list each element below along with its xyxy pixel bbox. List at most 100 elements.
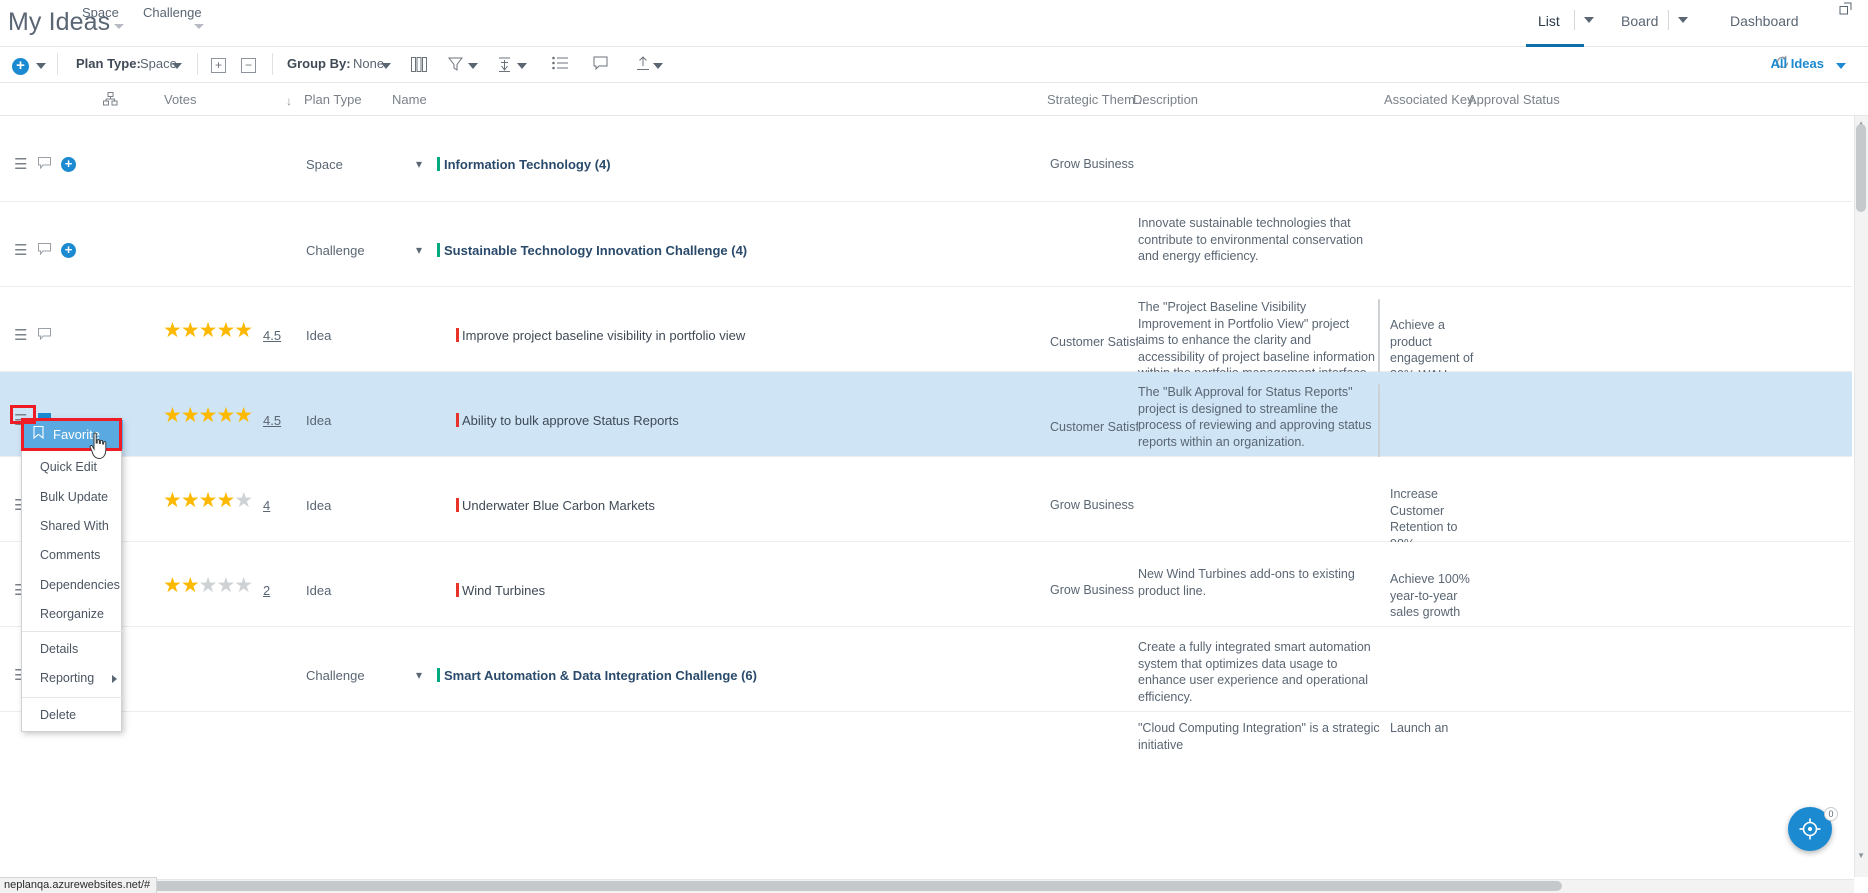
description-scrollbar[interactable]	[1378, 384, 1380, 464]
plan-type-chevron-down-icon[interactable]	[172, 63, 182, 69]
row-rating-stars[interactable]: ★★★★★	[163, 575, 253, 596]
comment-icon[interactable]	[593, 56, 608, 74]
table-row[interactable]: ☰ ★★★★★ 4.5 Idea Ability to bulk approve…	[0, 372, 1852, 464]
context-menu-item-details[interactable]: Details	[22, 635, 123, 664]
context-menu-item-comments[interactable]: Comments	[22, 541, 123, 570]
table-row[interactable]: ☰ ★★★★★ 2 Idea Wind Turbines Grow Busine…	[0, 542, 1852, 627]
row-add-button[interactable]: +	[61, 243, 76, 258]
row-name[interactable]: Underwater Blue Carbon Markets	[462, 498, 655, 513]
sort-chevron-down-icon[interactable]	[517, 63, 527, 69]
collapse-all-button[interactable]: −	[241, 58, 256, 73]
row-vote-count[interactable]: 2	[263, 583, 270, 598]
vertical-scrollbar-thumb[interactable]	[1856, 124, 1866, 212]
column-header-votes[interactable]: Votes	[164, 92, 197, 107]
expand-all-button[interactable]: +	[211, 58, 226, 73]
row-vote-count[interactable]: 4	[263, 498, 270, 513]
sort-icon[interactable]	[498, 57, 511, 76]
group-by-value[interactable]: None	[353, 56, 384, 71]
row-strategic-theme: Customer Satisfa	[1050, 420, 1138, 434]
row-handle-icon[interactable]: ☰	[14, 328, 27, 343]
row-rating-stars[interactable]: ★★★★★	[163, 405, 253, 426]
context-menu-item-reporting[interactable]: Reporting	[22, 664, 123, 693]
hierarchy-icon[interactable]	[103, 92, 118, 111]
toolbar-divider-2	[197, 53, 198, 75]
row-context-menu[interactable]: Favorite Quick Edit Bulk Update Shared W…	[21, 419, 123, 732]
context-menu-item-dependencies[interactable]: Dependencies	[22, 571, 123, 600]
row-rating-stars[interactable]: ★★★★★	[163, 490, 253, 511]
column-header-name[interactable]: Name	[392, 92, 427, 107]
add-idea-chevron-down-icon[interactable]	[36, 63, 46, 69]
context-menu-item-label: Delete	[40, 708, 77, 722]
row-plan-type: Idea	[306, 413, 332, 428]
row-name[interactable]: Smart Automation & Data Integration Chal…	[444, 668, 757, 683]
table-row[interactable]: ☰ + Space ▾ Information Technology (4) G…	[0, 116, 1852, 202]
column-header-approval-status[interactable]: Approval Status	[1468, 92, 1560, 107]
column-header-row: Votes ↓ Plan Type Name Strategic Them...…	[0, 83, 1868, 116]
row-add-button[interactable]: +	[61, 157, 76, 172]
table-row[interactable]: ☰ ★★★★★ 4.5 Idea Improve project baselin…	[0, 287, 1852, 382]
row-name[interactable]: Wind Turbines	[462, 583, 545, 598]
column-header-strategic-theme[interactable]: Strategic Them...	[1047, 92, 1146, 107]
context-menu-item-shared-with[interactable]: Shared With	[22, 512, 123, 541]
row-associated-key-results: Launch an	[1390, 721, 1449, 735]
horizontal-scrollbar-thumb[interactable]	[2, 881, 1562, 891]
description-scrollbar[interactable]	[1378, 299, 1380, 379]
row-name[interactable]: Improve project baseline visibility in p…	[462, 328, 745, 343]
column-header-plan-type[interactable]: Plan Type	[304, 92, 362, 107]
filter-chevron-down-icon[interactable]	[468, 63, 478, 69]
row-color-bar	[437, 157, 440, 171]
export-icon[interactable]	[636, 56, 650, 75]
tab-board-chevron-down-icon[interactable]	[1678, 17, 1688, 23]
row-name[interactable]: Information Technology (4)	[444, 157, 611, 172]
table-row[interactable]: ☰ Challenge ▾ Smart Automation & Data In…	[0, 627, 1852, 712]
row-name[interactable]: Ability to bulk approve Status Reports	[462, 413, 679, 428]
breadcrumb-space-chevron-down-icon[interactable]	[114, 24, 124, 29]
sort-desc-icon[interactable]: ↓	[286, 94, 292, 108]
list-view-icon[interactable]	[552, 56, 569, 74]
vertical-scrollbar[interactable]: ▲ ▼	[1854, 116, 1868, 877]
table-row[interactable]: ☰ + Challenge ▾ Sustainable Technology I…	[0, 202, 1852, 287]
row-strategic-theme: Customer Satisfa	[1050, 335, 1138, 349]
row-expand-chevron-icon[interactable]: ▾	[416, 668, 422, 682]
row-strategic-theme: Grow Business	[1050, 498, 1135, 512]
breadcrumb-challenge-chevron-down-icon[interactable]	[194, 24, 204, 29]
tab-board[interactable]: Board	[1621, 13, 1658, 29]
filter-set-selector[interactable]: All Ideas	[1771, 56, 1824, 71]
ideas-grid[interactable]: ☰ + Space ▾ Information Technology (4) G…	[0, 116, 1852, 877]
export-chevron-down-icon[interactable]	[653, 63, 663, 69]
row-description: Innovate sustainable technologies that c…	[1138, 216, 1364, 263]
row-expand-chevron-icon[interactable]: ▾	[416, 243, 422, 257]
context-menu-item-bulk-update[interactable]: Bulk Update	[22, 483, 123, 512]
row-comment-icon[interactable]	[38, 328, 51, 343]
row-comment-icon[interactable]	[38, 243, 51, 258]
table-row[interactable]: "Cloud Computing Integration" is a strat…	[0, 712, 1852, 797]
row-handle-icon[interactable]: ☰	[14, 243, 27, 258]
add-idea-button[interactable]: +	[12, 58, 29, 75]
table-row[interactable]: ☰ ★★★★★ 4 Idea Underwater Blue Carbon Ma…	[0, 457, 1852, 551]
row-rating-stars[interactable]: ★★★★★	[163, 320, 253, 341]
row-vote-count[interactable]: 4.5	[263, 413, 281, 428]
row-name[interactable]: Sustainable Technology Innovation Challe…	[444, 243, 747, 258]
row-expand-chevron-icon[interactable]: ▾	[416, 157, 422, 171]
tab-list-chevron-down-icon[interactable]	[1584, 17, 1594, 23]
toolbar-divider-1	[57, 53, 58, 75]
row-color-bar	[456, 328, 459, 342]
row-vote-count[interactable]: 4.5	[263, 328, 281, 343]
column-header-description[interactable]: Description	[1133, 92, 1198, 107]
scroll-down-icon[interactable]: ▼	[1857, 851, 1865, 860]
filter-set-chevron-down-icon[interactable]	[1836, 63, 1846, 69]
filter-icon[interactable]	[447, 57, 464, 75]
tab-list[interactable]: List	[1538, 13, 1560, 29]
context-menu-item-label: Details	[40, 642, 79, 656]
tab-dashboard[interactable]: Dashboard	[1730, 13, 1799, 29]
context-menu-item-reorganize[interactable]: Reorganize	[22, 600, 123, 629]
row-comment-icon[interactable]	[38, 157, 51, 172]
row-handle-icon[interactable]: ☰	[14, 157, 27, 172]
group-by-chevron-down-icon[interactable]	[381, 63, 391, 69]
breadcrumb-space[interactable]: Space	[82, 5, 119, 20]
context-menu-item-delete[interactable]: Delete	[22, 701, 123, 730]
expand-window-icon[interactable]	[1839, 2, 1852, 20]
columns-icon[interactable]	[411, 57, 428, 76]
view-tabs: List Board Dashboard	[1526, 0, 1868, 47]
breadcrumb-challenge[interactable]: Challenge	[143, 5, 202, 20]
